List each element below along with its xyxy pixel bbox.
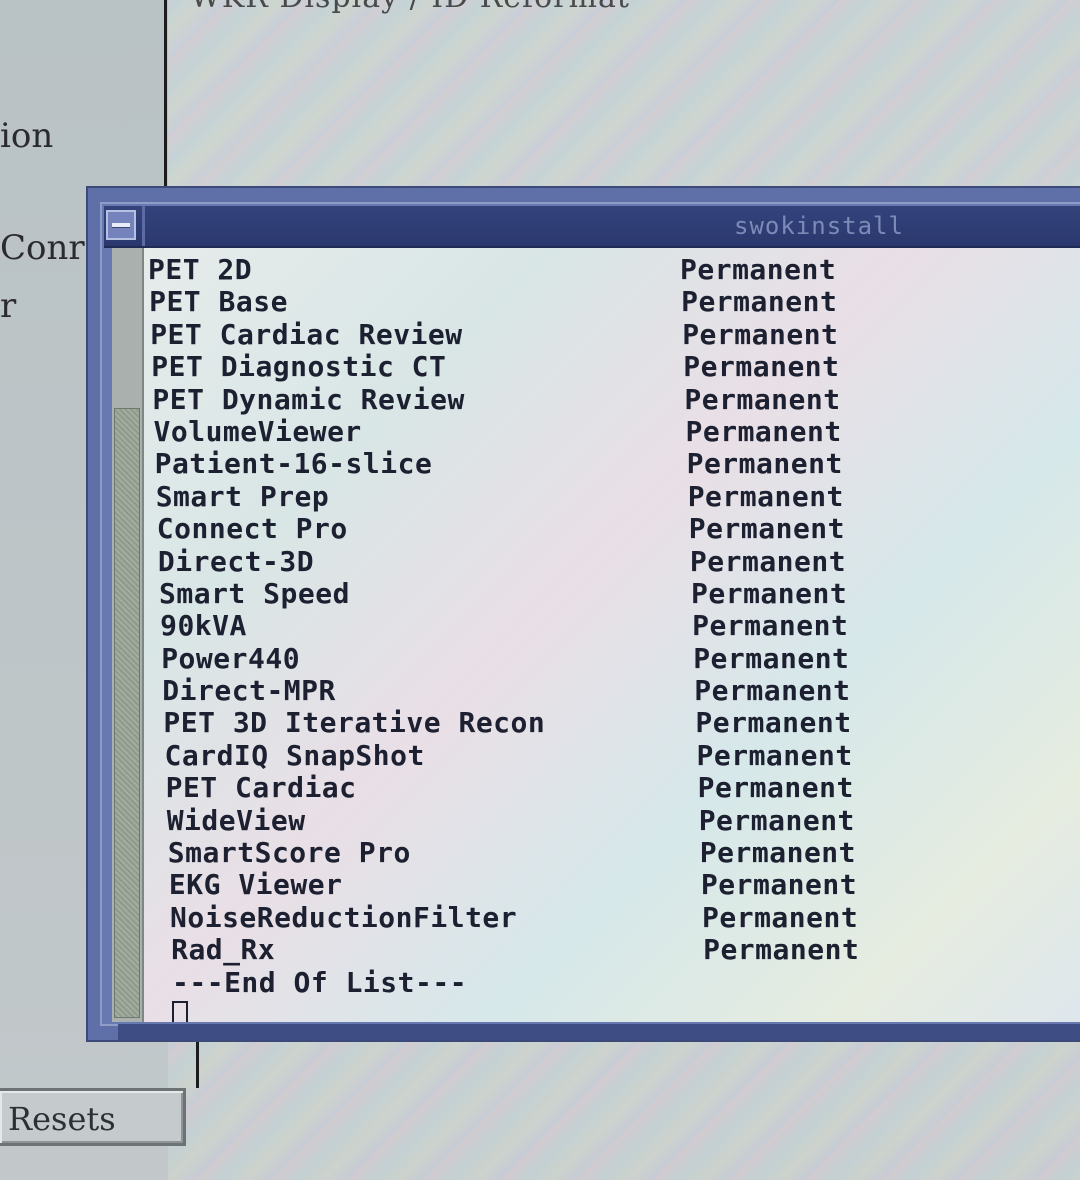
window-titlebar[interactable]: swokinstall <box>104 206 1080 248</box>
license-status: Permanent <box>689 544 847 578</box>
license-name: Direct-MPR <box>162 674 336 708</box>
license-status: Permanent <box>686 447 843 481</box>
license-name: EKG Viewer <box>168 868 343 902</box>
license-name: PET Diagnostic CT <box>151 350 447 384</box>
license-name: 90kVA <box>160 609 247 643</box>
license-status: Permanent <box>699 836 857 870</box>
scrollbar-thumb[interactable] <box>114 408 140 1018</box>
license-status: Permanent <box>695 706 852 740</box>
license-name: VolumeViewer <box>153 414 362 448</box>
license-status: Permanent <box>694 674 851 708</box>
license-row: PET Dynamic Review Permanent <box>152 382 1080 416</box>
license-row: PET 3D Iterative Recon Permanent <box>163 707 1080 739</box>
window-bottom-border <box>118 1024 1080 1040</box>
license-row: Connect Pro Permanent <box>157 513 1080 545</box>
license-status: Permanent <box>698 803 855 837</box>
license-row: NoiseReductionFilter Permanent <box>170 900 1080 934</box>
license-row: Smart Prep Permanent <box>155 479 1080 513</box>
license-row: PET Cardiac Permanent <box>166 772 1080 804</box>
license-row: Rad_Rx Permanent <box>171 934 1080 966</box>
background-label-fragment: Conr <box>0 228 85 268</box>
license-row: Direct-MPR Permanent <box>162 675 1080 707</box>
license-name: PET 3D Iterative Recon <box>163 706 546 740</box>
background-label-fragment: ion <box>0 116 54 156</box>
license-row: PET Base Permanent <box>149 286 1080 318</box>
terminal-cursor[interactable] <box>172 1000 188 1022</box>
license-status: Permanent <box>683 350 840 384</box>
terminal-output[interactable]: PET 2D Permanent PET Base Permanent PET Card… <box>112 248 1080 1022</box>
license-name: WideView <box>166 803 306 837</box>
license-row: WideView Permanent <box>166 803 1080 837</box>
license-row: 90kVA Permanent <box>160 610 1080 642</box>
license-status: Permanent <box>691 576 848 610</box>
terminal-scrollbar[interactable] <box>112 248 144 1022</box>
window-title: swokinstall <box>734 212 904 240</box>
license-row: PET Diagnostic CT Permanent <box>151 351 1080 383</box>
license-name: PET Cardiac Review <box>150 317 463 351</box>
license-name: PET 2D <box>148 253 253 286</box>
license-row: CardIQ SnapShot Permanent <box>164 738 1080 772</box>
license-row: Patient-16-slice Permanent <box>155 448 1080 480</box>
license-status: Permanent <box>692 609 849 643</box>
license-status: Permanent <box>700 868 858 902</box>
license-row: PET 2D Permanent <box>148 254 1080 286</box>
menu-bar-glyph <box>112 223 130 228</box>
license-name: Smart Prep <box>155 479 330 513</box>
license-name: NoiseReductionFilter <box>170 900 518 934</box>
license-name: CardIQ SnapShot <box>164 738 425 772</box>
license-row: Power440 Permanent <box>161 641 1080 675</box>
license-status: Permanent <box>703 933 860 967</box>
license-name: PET Cardiac <box>165 771 357 805</box>
license-name: Power440 <box>161 641 301 675</box>
license-status: Permanent <box>696 738 853 772</box>
license-row: SmartScore Pro Permanent <box>168 837 1080 869</box>
license-name: PET Base <box>149 285 288 319</box>
license-status: Permanent <box>681 285 838 319</box>
background-divider <box>164 0 167 190</box>
license-row: PET Cardiac Review Permanent <box>150 317 1080 351</box>
background-divider-lower <box>196 1038 199 1088</box>
license-status: Permanent <box>702 900 859 934</box>
license-name: Rad_Rx <box>171 933 276 967</box>
license-status: Permanent <box>682 317 839 351</box>
license-name: PET Dynamic Review <box>152 382 465 416</box>
license-status: Permanent <box>685 414 842 448</box>
resets-button[interactable]: Resets <box>0 1088 186 1146</box>
license-status: Permanent <box>687 479 844 513</box>
license-name: SmartScore Pro <box>167 836 411 870</box>
window-menu-icon[interactable] <box>106 210 136 240</box>
license-row: Direct-3D Permanent <box>157 544 1080 578</box>
license-status: Permanent <box>688 512 846 546</box>
titlebar-separator <box>142 206 145 246</box>
background-top-text: WKR Display / ID Reformat <box>190 0 630 15</box>
swokinstall-window: swokinstall PET 2D Permanent PET Base Perma… <box>86 186 1080 1042</box>
license-list: PET 2D Permanent PET Base Permanent PET Card… <box>148 254 1080 1022</box>
license-name: Connect Pro <box>156 512 348 546</box>
license-name: Smart Speed <box>159 576 350 610</box>
license-status: Permanent <box>693 641 850 675</box>
license-row: Smart Speed Permanent <box>159 576 1080 610</box>
license-status: Permanent <box>697 771 854 805</box>
license-status: Permanent <box>684 382 841 416</box>
license-name: Patient-16-slice <box>154 447 433 481</box>
license-row: EKG Viewer Permanent <box>169 869 1080 901</box>
end-of-list-text: ---End Of List--- <box>172 965 468 999</box>
license-row: VolumeViewer Permanent <box>153 414 1080 448</box>
license-status: Permanent <box>680 253 837 286</box>
background-label-fragment: r <box>0 286 17 326</box>
license-name: Direct-3D <box>157 544 315 578</box>
